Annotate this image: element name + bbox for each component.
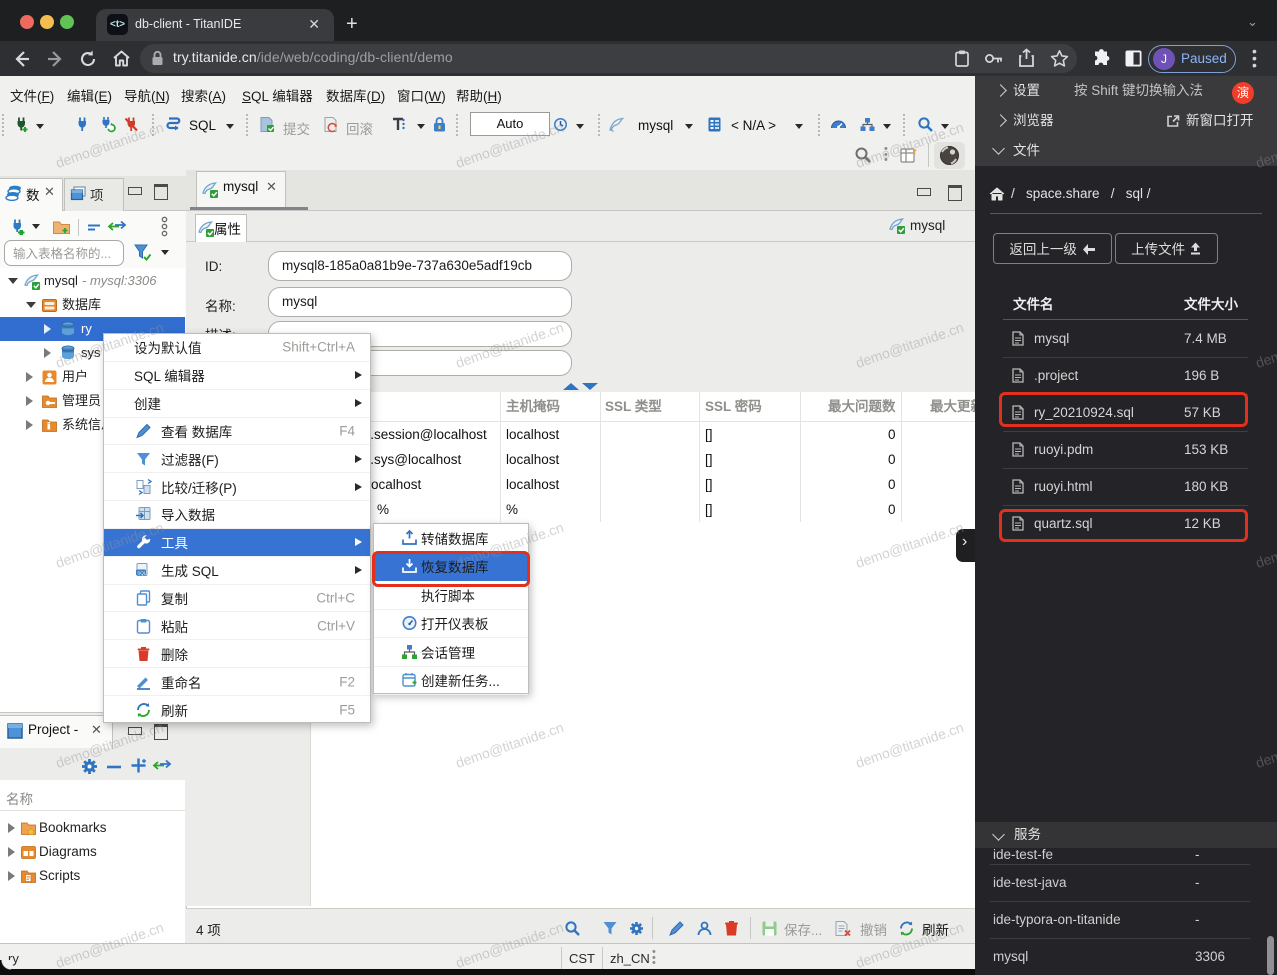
svg-text:SQL: SQL (137, 571, 147, 576)
